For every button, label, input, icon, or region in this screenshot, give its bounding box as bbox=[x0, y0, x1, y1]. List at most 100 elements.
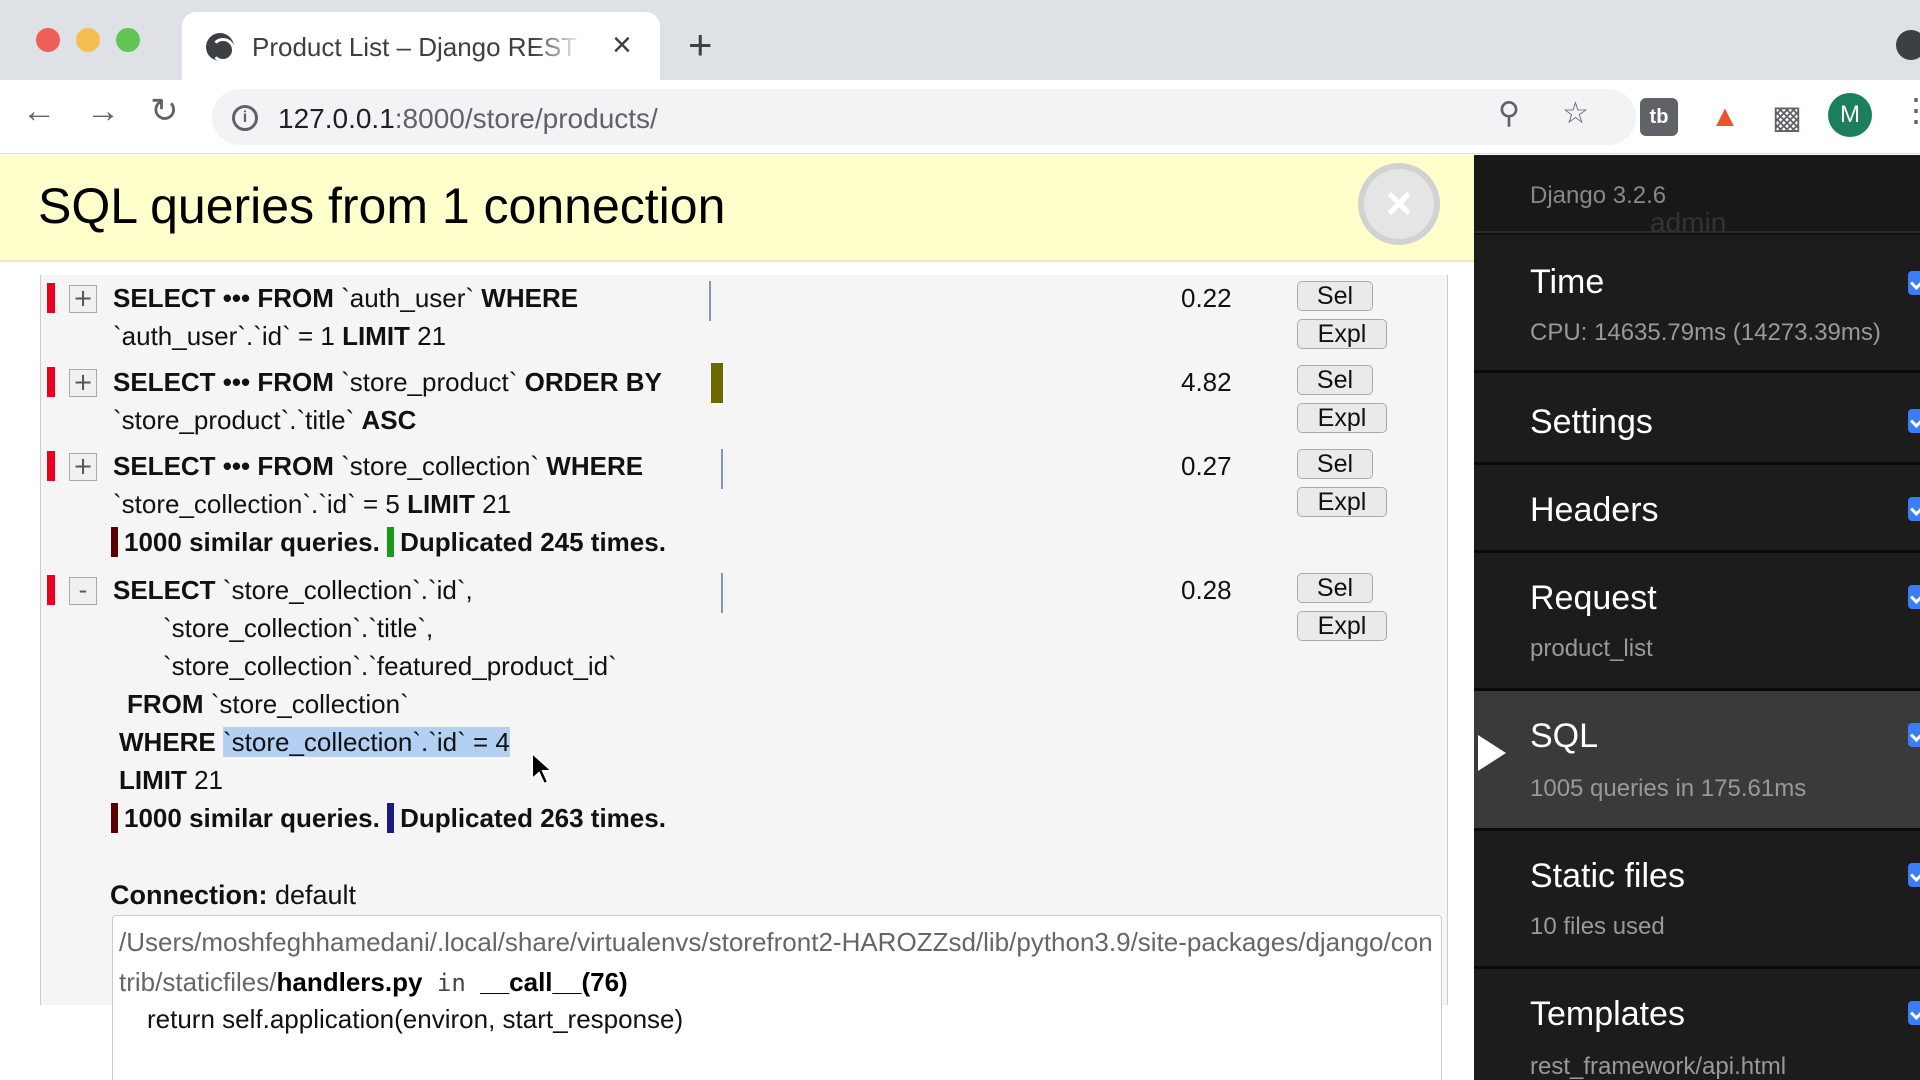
panel-enable-checkbox[interactable] bbox=[1908, 409, 1920, 433]
select-button[interactable]: Sel bbox=[1297, 449, 1373, 479]
sidebar-item-templates[interactable]: Templates rest_framework/api.html bbox=[1474, 969, 1920, 1080]
query-sql-line: SELECT ••• FROM `store_collection` WHERE bbox=[113, 451, 644, 481]
zoom-icon[interactable]: ⚲ bbox=[1498, 99, 1520, 129]
query-sql-line: `store_collection`.`id` = 5 LIMIT 21 bbox=[113, 489, 512, 519]
query-sql-line: SELECT ••• FROM `store_product` ORDER BY bbox=[113, 367, 662, 397]
sidebar-item-label: SQL bbox=[1530, 717, 1599, 755]
site-info-icon[interactable]: i bbox=[232, 105, 258, 131]
query-marker bbox=[47, 575, 55, 605]
browser-tab[interactable]: Product List – Django REST framework × bbox=[182, 12, 660, 80]
query-sql-line: `store_collection`.`featured_product_id` bbox=[163, 651, 617, 681]
query-duplicate-note: 1000 similar queries. Duplicated 263 tim… bbox=[111, 803, 666, 834]
similar-color-bar bbox=[111, 803, 118, 833]
connection-label: Connection: default bbox=[110, 880, 357, 910]
panel-title: SQL queries from 1 connection bbox=[38, 178, 726, 234]
address-bar[interactable]: i 127.0.0.1:8000/store/products/ ⚲ ☆ bbox=[212, 89, 1636, 145]
query-marker bbox=[47, 283, 55, 313]
query-time: 0.27 bbox=[1181, 451, 1232, 481]
window-zoom-button[interactable] bbox=[116, 28, 140, 52]
sidebar-item-sub: 1005 queries in 175.61ms bbox=[1530, 775, 1807, 802]
sidebar-item-sub: rest_framework/api.html bbox=[1530, 1053, 1787, 1080]
select-button[interactable]: Sel bbox=[1297, 365, 1373, 395]
duplicate-color-bar bbox=[387, 803, 395, 833]
panel-enable-checkbox[interactable] bbox=[1908, 723, 1920, 747]
extension-bug-icon[interactable]: ▲ bbox=[1706, 98, 1744, 136]
query-expand-toggle[interactable]: + bbox=[69, 285, 97, 313]
sidebar-item-label: Templates bbox=[1530, 995, 1685, 1033]
query-expand-toggle[interactable]: + bbox=[69, 453, 97, 481]
duplicate-color-bar bbox=[387, 527, 395, 557]
select-button[interactable]: Sel bbox=[1297, 281, 1373, 311]
sidebar-item-label: Settings bbox=[1530, 403, 1653, 441]
panel-enable-checkbox[interactable] bbox=[1908, 271, 1920, 295]
globe-icon bbox=[206, 33, 235, 62]
sidebar-item-static-files[interactable]: Static files 10 files used bbox=[1474, 831, 1920, 969]
panel-enable-checkbox[interactable] bbox=[1908, 585, 1920, 609]
query-sql-line: `store_collection`.`title`, bbox=[163, 613, 434, 643]
tab-search-icon[interactable] bbox=[1896, 30, 1920, 60]
panel-close-button[interactable]: × bbox=[1358, 163, 1440, 245]
sidebar-item-label: Headers bbox=[1530, 491, 1659, 529]
sidebar-item-request[interactable]: Request product_list bbox=[1474, 553, 1920, 691]
query-collapse-toggle[interactable]: - bbox=[69, 577, 97, 605]
profile-avatar[interactable]: M bbox=[1828, 93, 1872, 137]
query-time: 4.82 bbox=[1181, 367, 1232, 397]
panel-enable-checkbox[interactable] bbox=[1908, 863, 1920, 887]
query-marker bbox=[47, 451, 55, 481]
sidebar-item-sql[interactable]: SQL 1005 queries in 175.61ms bbox=[1474, 691, 1920, 831]
sidebar-item-label: Request bbox=[1530, 579, 1657, 617]
query-sql-line: WHERE `store_collection`.`id` = 4 bbox=[119, 727, 510, 757]
sidebar-header: Django 3.2.6 admin bbox=[1474, 155, 1920, 238]
select-button[interactable]: Sel bbox=[1297, 573, 1373, 603]
more-menu-icon[interactable]: ⋮ bbox=[1900, 94, 1920, 126]
panel-enable-checkbox[interactable] bbox=[1908, 497, 1920, 521]
back-icon[interactable]: ← bbox=[22, 94, 56, 128]
query-time: 0.28 bbox=[1181, 575, 1232, 605]
extensions-puzzle-icon[interactable]: ▩ bbox=[1768, 98, 1806, 136]
page-content: SQL queries from 1 connection × + SELECT… bbox=[0, 155, 1920, 1080]
extension-tb-icon[interactable]: tb bbox=[1640, 98, 1678, 136]
sidebar-item-settings[interactable]: Settings bbox=[1474, 373, 1920, 465]
new-tab-button[interactable]: + bbox=[688, 24, 713, 66]
close-icon: × bbox=[1385, 177, 1413, 229]
explain-button[interactable]: Expl bbox=[1297, 319, 1387, 349]
sidebar-item-label: Static files bbox=[1530, 857, 1685, 895]
forward-icon[interactable]: → bbox=[86, 94, 120, 128]
query-sql-line: FROM `store_collection` bbox=[127, 689, 409, 719]
query-sql-line: SELECT ••• FROM `auth_user` WHERE bbox=[113, 283, 579, 313]
query-expand-toggle[interactable]: + bbox=[69, 369, 97, 397]
window-minimize-button[interactable] bbox=[76, 28, 100, 52]
query-timeline-bar bbox=[721, 573, 723, 613]
query-timeline-bar bbox=[721, 449, 723, 489]
explain-button[interactable]: Expl bbox=[1297, 487, 1387, 517]
query-timeline-bar bbox=[711, 363, 723, 403]
stack-trace-box: /Users/moshfeghhamedani/.local/share/vir… bbox=[112, 915, 1442, 1080]
query-duplicate-note: 1000 similar queries. Duplicated 245 tim… bbox=[111, 527, 666, 558]
sidebar-item-time[interactable]: Time CPU: 14635.79ms (14273.39ms) bbox=[1474, 235, 1920, 373]
browser-tab-bar: Product List – Django REST framework × + bbox=[0, 0, 1920, 80]
panel-enable-checkbox[interactable] bbox=[1908, 1001, 1920, 1025]
window-close-button[interactable] bbox=[36, 28, 60, 52]
url-text[interactable]: 127.0.0.1:8000/store/products/ bbox=[278, 103, 658, 135]
reload-icon[interactable]: ↻ bbox=[150, 94, 179, 128]
stack-trace-code: return self.application(environ, start_r… bbox=[147, 1004, 684, 1034]
query-timeline-bar bbox=[709, 281, 711, 321]
tab-title: Product List – Django REST framework bbox=[252, 32, 582, 62]
similar-color-bar bbox=[111, 527, 118, 557]
browser-toolbar: ← → ↻ i 127.0.0.1:8000/store/products/ ⚲… bbox=[0, 80, 1920, 154]
bookmark-star-icon[interactable]: ☆ bbox=[1562, 99, 1589, 129]
explain-button[interactable]: Expl bbox=[1297, 611, 1387, 641]
sql-panel: SQL queries from 1 connection × + SELECT… bbox=[0, 155, 1474, 1080]
explain-button[interactable]: Expl bbox=[1297, 403, 1387, 433]
sidebar-item-sub: CPU: 14635.79ms (14273.39ms) bbox=[1530, 319, 1881, 346]
query-time: 0.22 bbox=[1181, 283, 1232, 313]
sidebar-item-headers[interactable]: Headers bbox=[1474, 465, 1920, 553]
tab-close-icon[interactable]: × bbox=[612, 28, 632, 62]
query-sql-line: LIMIT 21 bbox=[119, 765, 224, 795]
active-arrow-icon bbox=[1478, 735, 1506, 771]
stack-trace-path: /Users/moshfeghhamedani/.local/share/vir… bbox=[119, 927, 1433, 997]
panel-header: SQL queries from 1 connection × bbox=[0, 155, 1474, 262]
sidebar-item-sub: 10 files used bbox=[1530, 913, 1665, 940]
query-sql-line: `auth_user`.`id` = 1 LIMIT 21 bbox=[113, 321, 447, 351]
query-marker bbox=[47, 367, 55, 397]
